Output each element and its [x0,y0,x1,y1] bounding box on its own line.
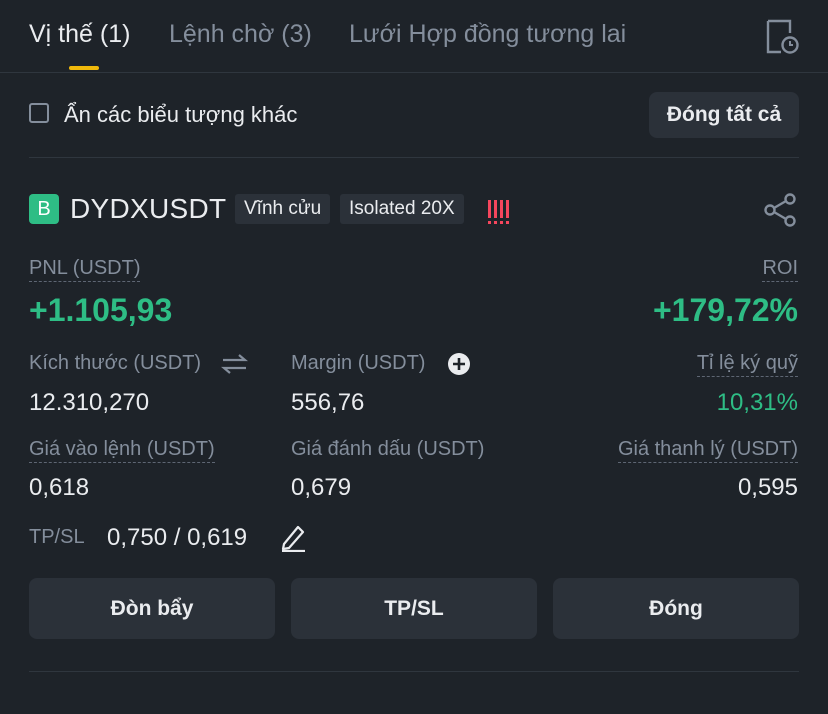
margin-value: 556,76 [291,389,365,416]
margin-mode-tag[interactable]: Isolated 20X [340,194,464,224]
margin-ratio-value: 10,31% [716,389,798,416]
plus-circle-icon[interactable] [447,352,471,376]
pnl-label: PNL (USDT) [29,257,141,282]
tab-positions[interactable]: Vị thế (1) [29,20,130,49]
close-all-button[interactable]: Đóng tất cả [649,92,799,138]
close-position-button[interactable]: Đóng [553,578,799,639]
side-badge: B [29,194,59,224]
roi-label: ROI [762,257,798,282]
tpsl-button[interactable]: TP/SL [291,578,537,639]
roi-value: +179,72% [652,292,798,328]
risk-indicator-icon [488,194,509,224]
mark-price-value: 0,679 [291,474,352,501]
filter-row: Ẩn các biểu tượng khác Đóng tất cả [29,92,799,138]
hide-others-checkbox[interactable] [29,103,49,123]
entry-price-label: Giá vào lệnh (USDT) [29,438,215,463]
share-icon[interactable] [763,192,799,228]
position-header: B DYDXUSDT Vĩnh cửu Isolated 20X [29,192,799,228]
tab-open-orders[interactable]: Lệnh chờ (3) [169,20,312,49]
margin-label: Margin (USDT) [291,352,426,374]
tpsl-value: 0,750 / 0,619 [107,524,248,551]
contract-type-tag: Vĩnh cửu [235,194,331,224]
history-icon[interactable] [764,18,800,56]
hide-others-label[interactable]: Ẩn các biểu tượng khác [64,102,297,128]
divider [29,671,799,672]
size-value: 12.310,270 [29,389,150,416]
tab-futures-grid[interactable]: Lưới Hợp đồng tương lai [349,20,626,49]
active-tab-indicator [69,66,99,70]
tab-bar: Vị thế (1) Lệnh chờ (3) Lưới Hợp đồng tư… [0,0,828,73]
liq-price-label: Giá thanh lý (USDT) [617,438,798,463]
swap-icon[interactable] [221,353,248,375]
leverage-button[interactable]: Đòn bẩy [29,578,275,639]
mark-price-label: Giá đánh dấu (USDT) [291,438,485,460]
liq-price-value: 0,595 [737,474,798,501]
size-label: Kích thước (USDT) [29,352,202,374]
symbol-name[interactable]: DYDXUSDT [70,193,226,225]
tpsl-label: TP/SL [29,526,85,548]
pnl-value: +1.105,93 [29,292,173,328]
margin-ratio-label: Tỉ lệ ký quỹ [696,352,798,377]
pencil-icon[interactable] [279,522,307,552]
divider [29,157,799,158]
entry-price-value: 0,618 [29,474,90,501]
